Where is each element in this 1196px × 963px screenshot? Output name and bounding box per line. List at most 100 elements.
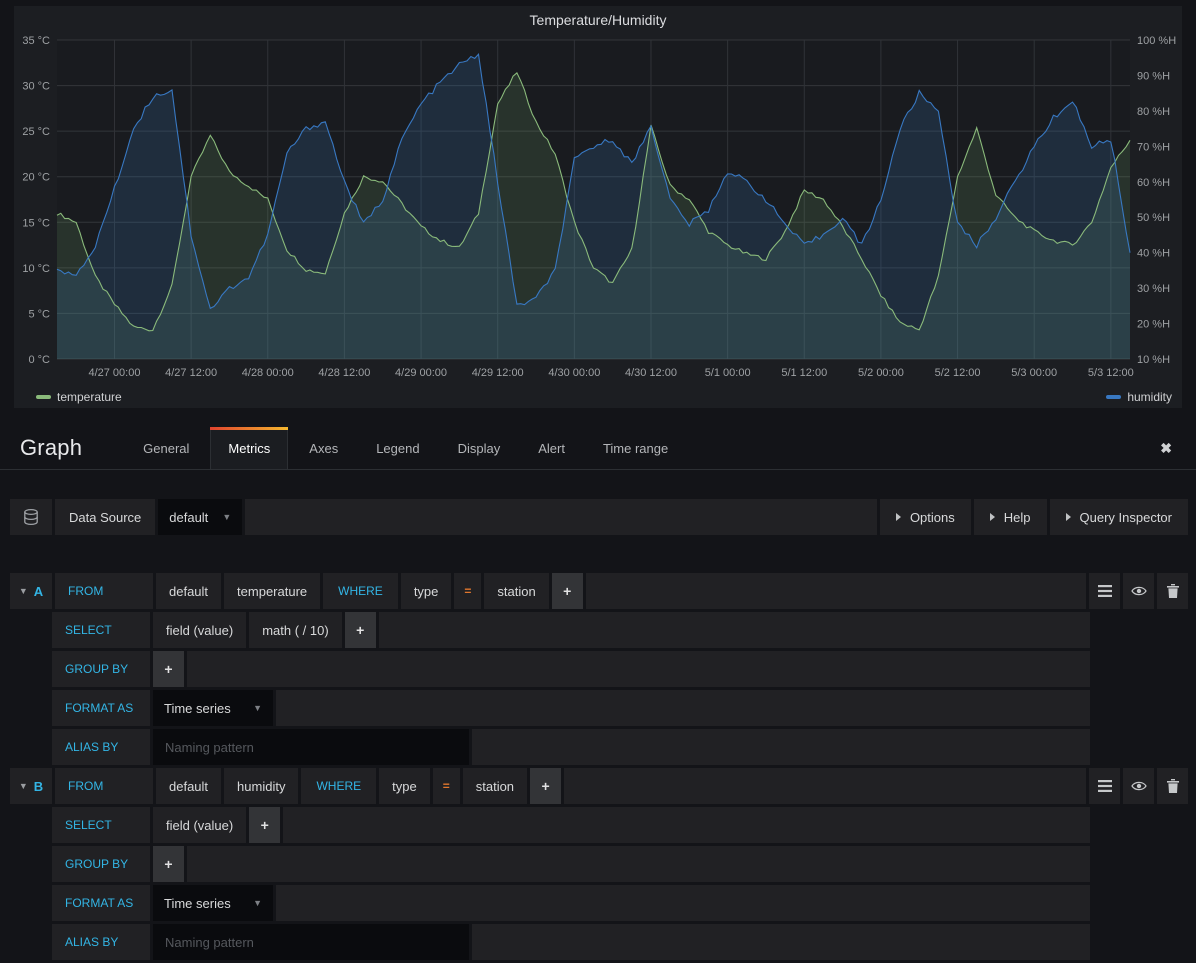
- query-menu-button[interactable]: [1089, 768, 1120, 804]
- x-axis-tick: 5/1 00:00: [705, 367, 751, 379]
- select-math-segment[interactable]: math ( / 10): [249, 612, 341, 648]
- format-as-keyword[interactable]: FORMAT AS: [52, 885, 150, 921]
- trash-icon: [1167, 584, 1179, 598]
- measurement-segment[interactable]: humidity: [224, 768, 298, 804]
- tag-key-segment[interactable]: type: [401, 573, 452, 609]
- caret-right-icon: [1066, 513, 1071, 521]
- select-keyword[interactable]: SELECT: [52, 612, 150, 648]
- group-by-keyword[interactable]: GROUP BY: [52, 846, 150, 882]
- legend-item-humidity[interactable]: humidity: [1106, 390, 1172, 404]
- datasource-selected-value: default: [169, 510, 208, 525]
- tab-alert[interactable]: Alert: [521, 427, 582, 469]
- panel-editor-tabbar: Graph General Metrics Axes Legend Displa…: [0, 427, 1196, 470]
- alias-by-keyword[interactable]: ALIAS BY: [52, 729, 150, 765]
- add-select-button[interactable]: +: [345, 612, 376, 648]
- left-axis-tick: 15 °C: [22, 217, 50, 229]
- help-button[interactable]: Help: [974, 499, 1047, 535]
- right-axis-tick: 100 %H: [1137, 35, 1176, 47]
- caret-right-icon: [896, 513, 901, 521]
- panel-editor: Graph General Metrics Axes Legend Displa…: [0, 427, 1196, 963]
- tab-metrics[interactable]: Metrics: [210, 427, 288, 469]
- row-filler: [283, 807, 1090, 843]
- query-menu-button[interactable]: [1089, 573, 1120, 609]
- tab-general[interactable]: General: [126, 427, 206, 469]
- tag-key-segment[interactable]: type: [379, 768, 430, 804]
- legend-item-temperature[interactable]: temperature: [36, 390, 122, 404]
- tag-value-segment[interactable]: station: [484, 573, 548, 609]
- policy-segment[interactable]: default: [156, 573, 221, 609]
- select-field-segment[interactable]: field (value): [153, 807, 246, 843]
- query-inspector-button[interactable]: Query Inspector: [1050, 499, 1189, 535]
- format-as-row: FORMAT AS Time series ▼: [52, 885, 1090, 921]
- left-axis-tick: 10 °C: [22, 263, 50, 275]
- add-condition-button[interactable]: +: [530, 768, 561, 804]
- graph-canvas: 35 °C30 °C25 °C20 °C15 °C10 °C5 °C0 °C10…: [14, 6, 1182, 386]
- format-as-select[interactable]: Time series ▼: [153, 885, 273, 921]
- right-axis-tick: 90 %H: [1137, 70, 1170, 82]
- options-button[interactable]: Options: [880, 499, 971, 535]
- left-axis-tick: 0 °C: [28, 354, 50, 366]
- row-filler: [564, 768, 1086, 804]
- right-axis-tick: 10 %H: [1137, 354, 1170, 366]
- panel-title: Temperature/Humidity: [14, 12, 1182, 28]
- legend-label: humidity: [1127, 390, 1172, 404]
- database-icon: [10, 499, 52, 535]
- caret-right-icon: [990, 513, 995, 521]
- chevron-down-icon: ▼: [222, 512, 231, 522]
- format-as-row: FORMAT AS Time series ▼: [52, 690, 1090, 726]
- measurement-segment[interactable]: temperature: [224, 573, 320, 609]
- query-editor-b: ▼ B FROM default humidity WHERE type = s…: [10, 768, 1188, 960]
- query-toggle-button[interactable]: [1123, 573, 1154, 609]
- from-keyword[interactable]: FROM: [55, 768, 153, 804]
- tab-display[interactable]: Display: [441, 427, 518, 469]
- add-select-button[interactable]: +: [249, 807, 280, 843]
- x-axis-tick: 5/1 12:00: [781, 367, 827, 379]
- row-filler: [379, 612, 1090, 648]
- format-as-keyword[interactable]: FORMAT AS: [52, 690, 150, 726]
- datasource-label: Data Source: [55, 499, 155, 535]
- tab-time-range[interactable]: Time range: [586, 427, 685, 469]
- add-condition-button[interactable]: +: [552, 573, 583, 609]
- group-by-keyword[interactable]: GROUP BY: [52, 651, 150, 687]
- right-axis-tick: 70 %H: [1137, 141, 1170, 153]
- select-row: SELECT field (value) math ( / 10) +: [52, 612, 1090, 648]
- query-ref-letter: A: [34, 584, 43, 599]
- left-axis-tick: 35 °C: [22, 35, 50, 47]
- operator-segment[interactable]: =: [433, 768, 460, 804]
- tab-axes[interactable]: Axes: [292, 427, 355, 469]
- right-axis-tick: 20 %H: [1137, 319, 1170, 331]
- query-collapse-toggle[interactable]: ▼ B: [10, 768, 52, 804]
- row-filler: [586, 573, 1086, 609]
- close-icon[interactable]: ✖: [1160, 440, 1172, 457]
- from-keyword[interactable]: FROM: [55, 573, 153, 609]
- query-delete-button[interactable]: [1157, 573, 1188, 609]
- operator-segment[interactable]: =: [454, 573, 481, 609]
- select-field-segment[interactable]: field (value): [153, 612, 246, 648]
- query-editor-a: ▼ A FROM default temperature WHERE type …: [10, 573, 1188, 765]
- tab-legend[interactable]: Legend: [359, 427, 436, 469]
- right-axis-tick: 30 %H: [1137, 283, 1170, 295]
- x-axis-tick: 4/29 00:00: [395, 367, 447, 379]
- where-keyword[interactable]: WHERE: [323, 573, 398, 609]
- datasource-select[interactable]: default ▼: [158, 499, 242, 535]
- row-filler: [245, 499, 877, 535]
- query-delete-button[interactable]: [1157, 768, 1188, 804]
- add-group-by-button[interactable]: +: [153, 651, 184, 687]
- x-axis-tick: 5/2 12:00: [935, 367, 981, 379]
- alias-by-input[interactable]: [153, 729, 469, 765]
- add-group-by-button[interactable]: +: [153, 846, 184, 882]
- left-axis-tick: 5 °C: [28, 308, 50, 320]
- format-as-select[interactable]: Time series ▼: [153, 690, 273, 726]
- left-axis-tick: 30 °C: [22, 81, 50, 93]
- where-keyword[interactable]: WHERE: [301, 768, 376, 804]
- chevron-down-icon: ▼: [19, 781, 28, 791]
- query-collapse-toggle[interactable]: ▼ A: [10, 573, 52, 609]
- x-axis-tick: 5/3 12:00: [1088, 367, 1134, 379]
- query-toggle-button[interactable]: [1123, 768, 1154, 804]
- policy-segment[interactable]: default: [156, 768, 221, 804]
- tag-value-segment[interactable]: station: [463, 768, 527, 804]
- select-keyword[interactable]: SELECT: [52, 807, 150, 843]
- x-axis-tick: 5/2 00:00: [858, 367, 904, 379]
- menu-icon: [1098, 585, 1112, 597]
- row-filler: [187, 651, 1090, 687]
